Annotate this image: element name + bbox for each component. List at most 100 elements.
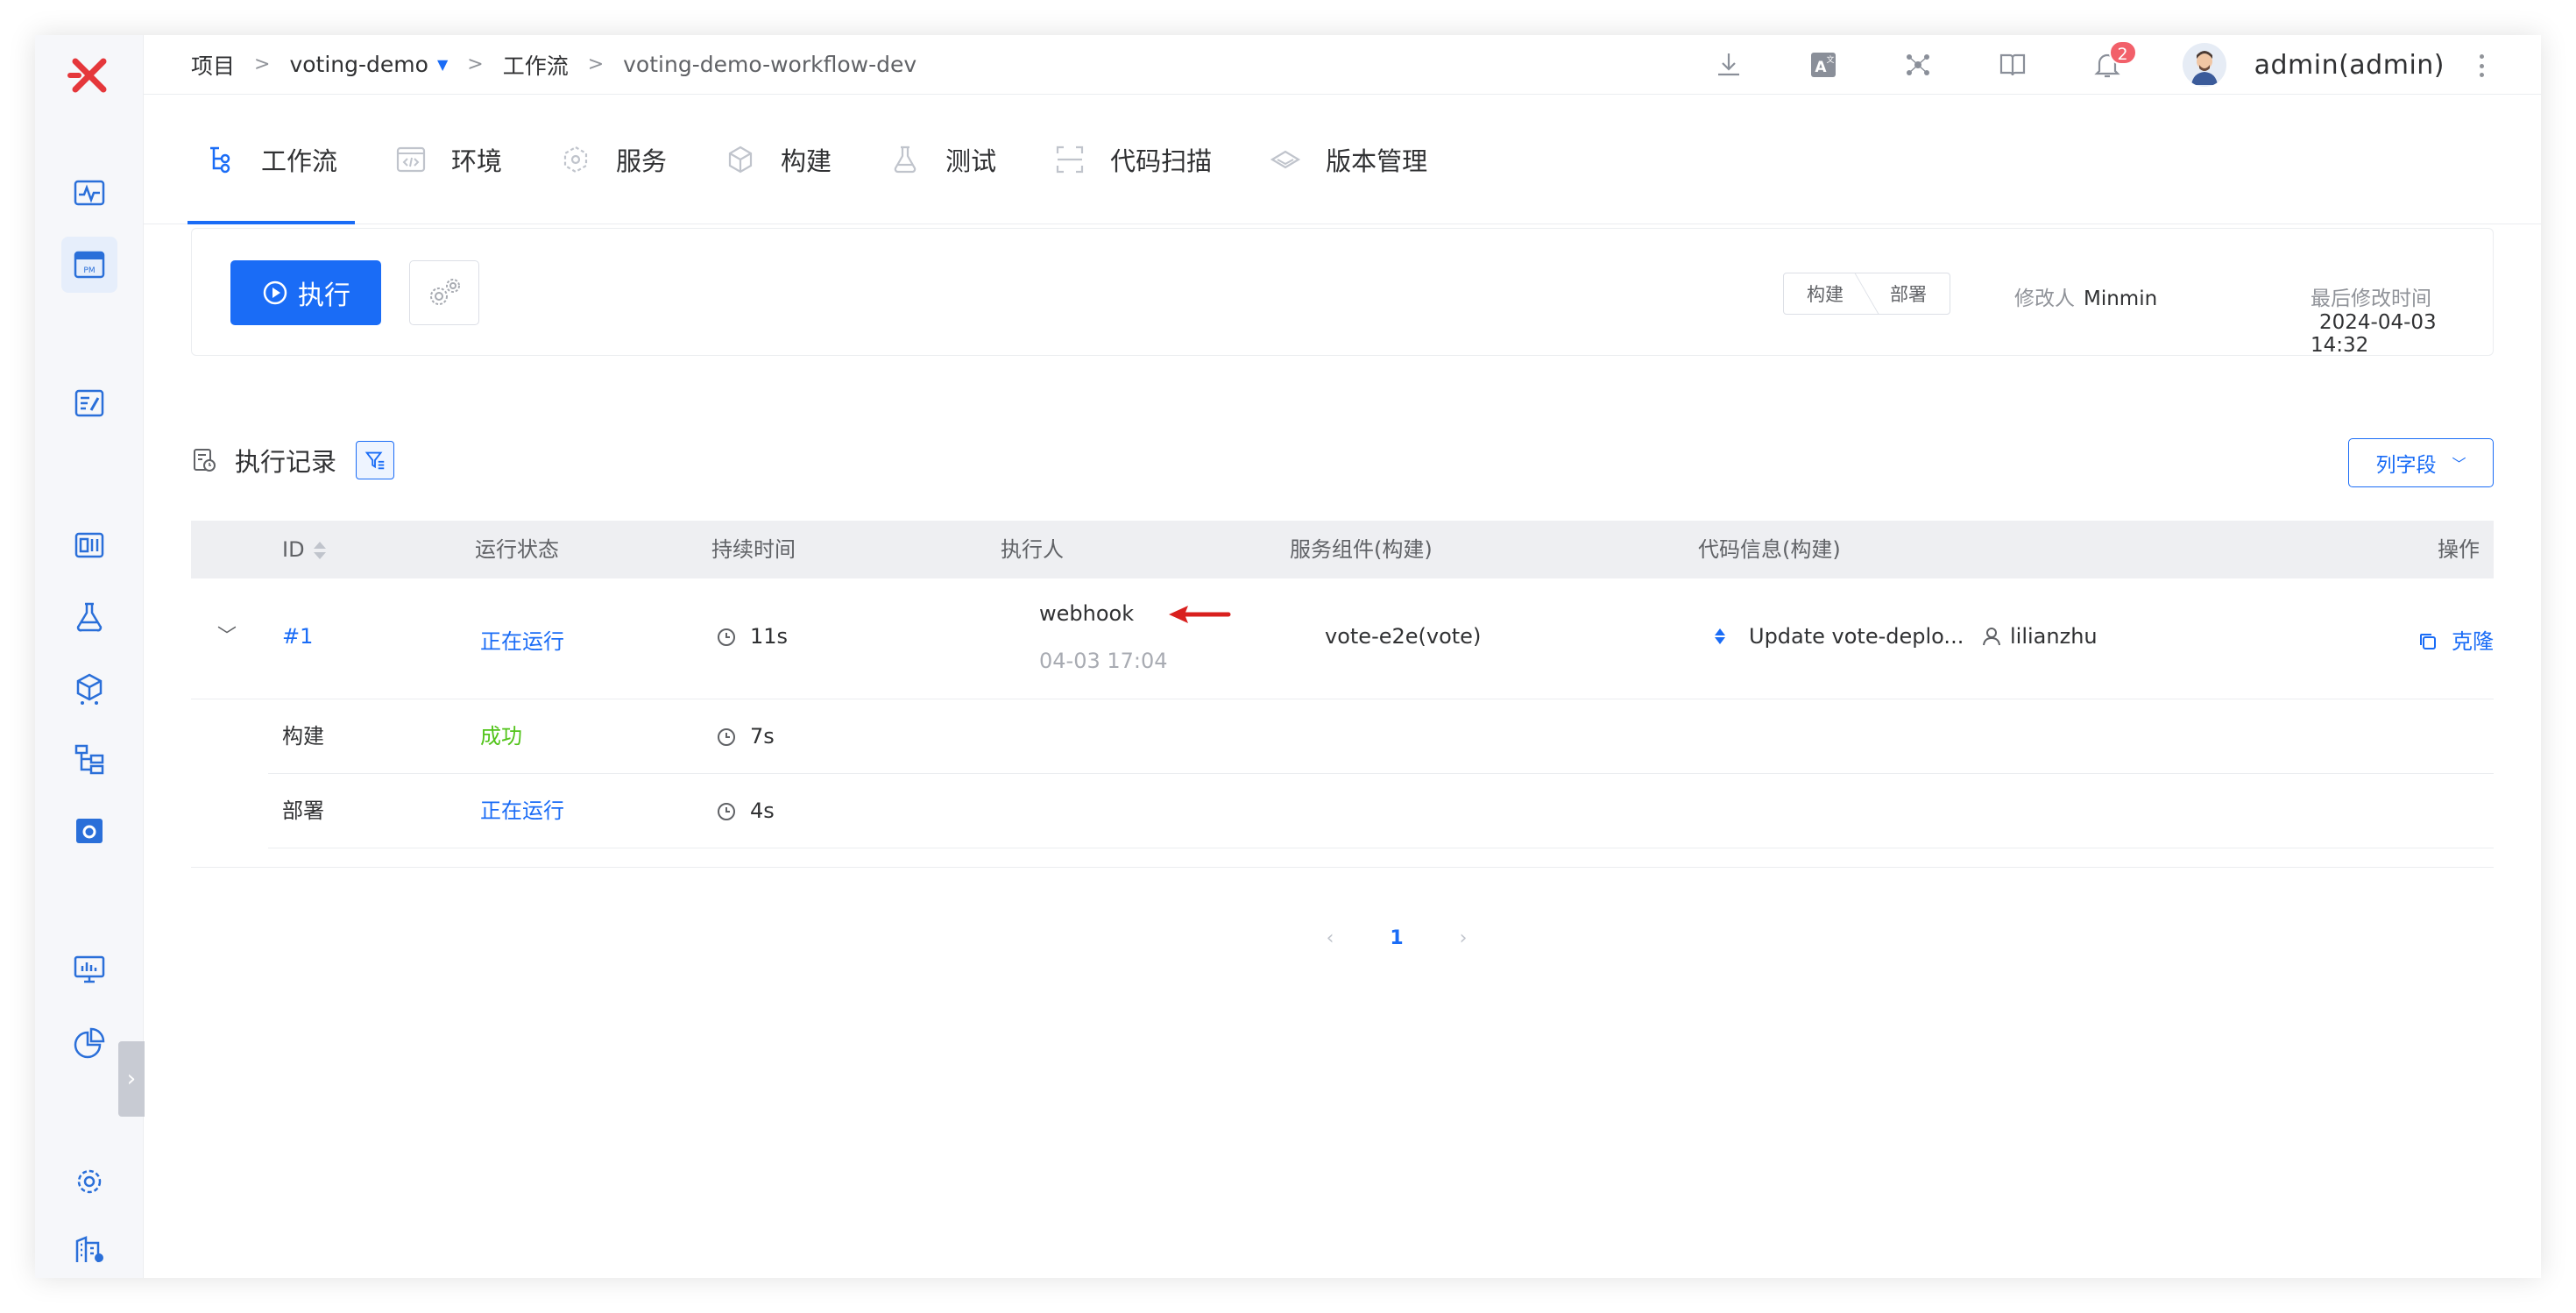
play-circle-icon [263,280,287,305]
tab-build[interactable]: 构建 [707,95,849,224]
translate-icon[interactable]: A文 [1804,46,1843,84]
rail-plan-icon[interactable] [61,375,117,431]
rail-expand-handle[interactable]: › [118,1041,145,1117]
breadcrumb-workflow: voting-demo-workflow-dev [623,52,917,77]
more-vertical-icon[interactable] [2478,54,2485,77]
red-arrow-annotation-icon [1169,606,1231,623]
columns-button-label: 列字段 [2375,454,2437,477]
tab-test[interactable]: 测试 [872,95,1014,224]
clone-button[interactable]: 克隆 [2418,624,2494,655]
tab-environment[interactable]: 环境 [378,95,520,224]
stage-name: 部署 [282,798,324,823]
next-page-icon[interactable]: › [1430,927,1497,949]
commit-message[interactable]: Update vote-deplo... [1749,624,1964,649]
table-footer-divider [191,848,2494,868]
workflow-settings-button[interactable] [409,260,479,325]
download-icon[interactable] [1709,46,1748,84]
modifier-label: 修改人 [2014,287,2075,310]
rail-settings-box-icon[interactable] [61,803,117,859]
stage-row-build: 构建 成功 7s [268,699,2494,774]
expand-chevron-icon[interactable]: ﹀ [217,621,237,649]
stage-status: 正在运行 [480,798,564,823]
breadcrumb-project[interactable]: voting-demo [289,52,428,77]
test-icon [894,145,916,173]
header-duration: 持续时间 [711,537,796,562]
header-code: 代码信息(构建) [1698,537,1841,562]
clock-icon [718,803,735,820]
rail-dashboard-icon[interactable] [61,165,117,221]
breadcrumb-separator: > [467,53,484,75]
tab-code-scan[interactable]: 代码扫描 [1037,95,1229,224]
filter-button[interactable] [356,441,395,479]
rail-project-icon[interactable]: PM [61,237,117,293]
commit-author: lilianzhu [1982,624,2098,649]
filter-icon [364,451,385,470]
plugin-icon[interactable] [1899,46,1937,84]
svg-text:文: 文 [1826,54,1834,65]
columns-dropdown-button[interactable]: 列字段 ﹀ [2348,438,2494,487]
svg-text:PM: PM [83,266,95,275]
rail-pipeline-icon[interactable] [61,731,117,787]
header-actions: A文 2 admin(admin) [1709,35,2541,95]
modifier: 修改人 Minmin [2014,281,2157,311]
tab-workflow[interactable]: 工作流 [188,95,356,224]
current-user[interactable]: admin(admin) [2254,50,2445,81]
tab-label: 服务 [616,145,668,176]
stage-row-deploy: 部署 正在运行 4s [268,774,2494,848]
modified-time: 最后修改时间2024-04-03 14:32 [2311,281,2493,357]
modifier-value: Minmin [2084,287,2158,310]
page-number[interactable]: 1 [1363,927,1430,949]
history-doc-icon [194,449,216,472]
header-executor: 执行人 [1001,537,1064,562]
top-header: 项目 > voting-demo ▼ > 工作流 > voting-demo-w… [144,35,2541,95]
notification-bell-icon[interactable]: 2 [2088,40,2137,84]
rail-monitor-icon[interactable] [61,941,117,997]
avatar[interactable] [2182,43,2226,87]
scan-icon [1056,145,1084,173]
left-rail: PM › [35,35,145,1278]
user-icon [1983,628,2000,646]
breadcrumb-workflows[interactable]: 工作流 [503,49,569,81]
duration-value: 11s [750,624,789,649]
rail-artifact-icon[interactable] [61,661,117,717]
rail-test-icon[interactable] [61,589,117,645]
stage-chip: 构建 [1807,284,1844,305]
tab-version[interactable]: 版本管理 [1252,95,1445,224]
build-icon [728,145,753,173]
breadcrumb-separator: > [587,53,605,75]
clone-label: 克隆 [2452,629,2494,654]
header-id[interactable]: ID [282,521,326,578]
breadcrumb-separator: > [254,53,271,75]
tab-label: 版本管理 [1326,145,1428,176]
gears-icon [430,279,460,305]
tab-service[interactable]: 服务 [542,95,684,224]
docs-book-icon[interactable] [1993,46,2032,84]
tab-label: 代码扫描 [1110,145,1213,176]
rail-statistics-icon[interactable] [61,1015,117,1071]
tab-label: 工作流 [261,145,338,176]
header-service: 服务组件(构建) [1290,537,1433,562]
rail-enterprise-icon[interactable] [61,1220,117,1276]
service-icon [563,145,588,173]
version-icon [1270,150,1301,168]
sort-icon[interactable] [313,542,326,559]
zadig-logo-icon[interactable] [63,49,116,102]
records-header: 执行记录 [191,440,395,480]
stage-chip: 部署 [1890,284,1927,305]
task-id-link[interactable]: #1 [282,624,313,649]
header-status: 运行状态 [475,537,559,562]
sort-toggle-icon[interactable] [1714,627,1726,646]
tab-label: 测试 [945,145,997,176]
breadcrumb-projects[interactable]: 项目 [191,49,235,81]
caret-down-icon[interactable]: ▼ [437,56,448,73]
execution-table: ID 运行状态 持续时间 执行人 服务组件(构建) 代码信息(构建) 操作 ﹀ … [191,521,2494,868]
app-window: PM › 项目 > voting-demo ▼ > 工作流 > voting-d… [35,35,2541,1278]
rail-system-settings-icon[interactable] [61,1153,117,1210]
run-status: 正在运行 [480,629,564,654]
run-button[interactable]: 执行 [230,260,381,325]
stage-duration: 7s [717,699,775,774]
prev-page-icon[interactable]: ‹ [1297,927,1363,949]
clock-icon [718,728,735,746]
rail-build-icon[interactable] [61,517,117,573]
tab-label: 构建 [781,145,832,176]
